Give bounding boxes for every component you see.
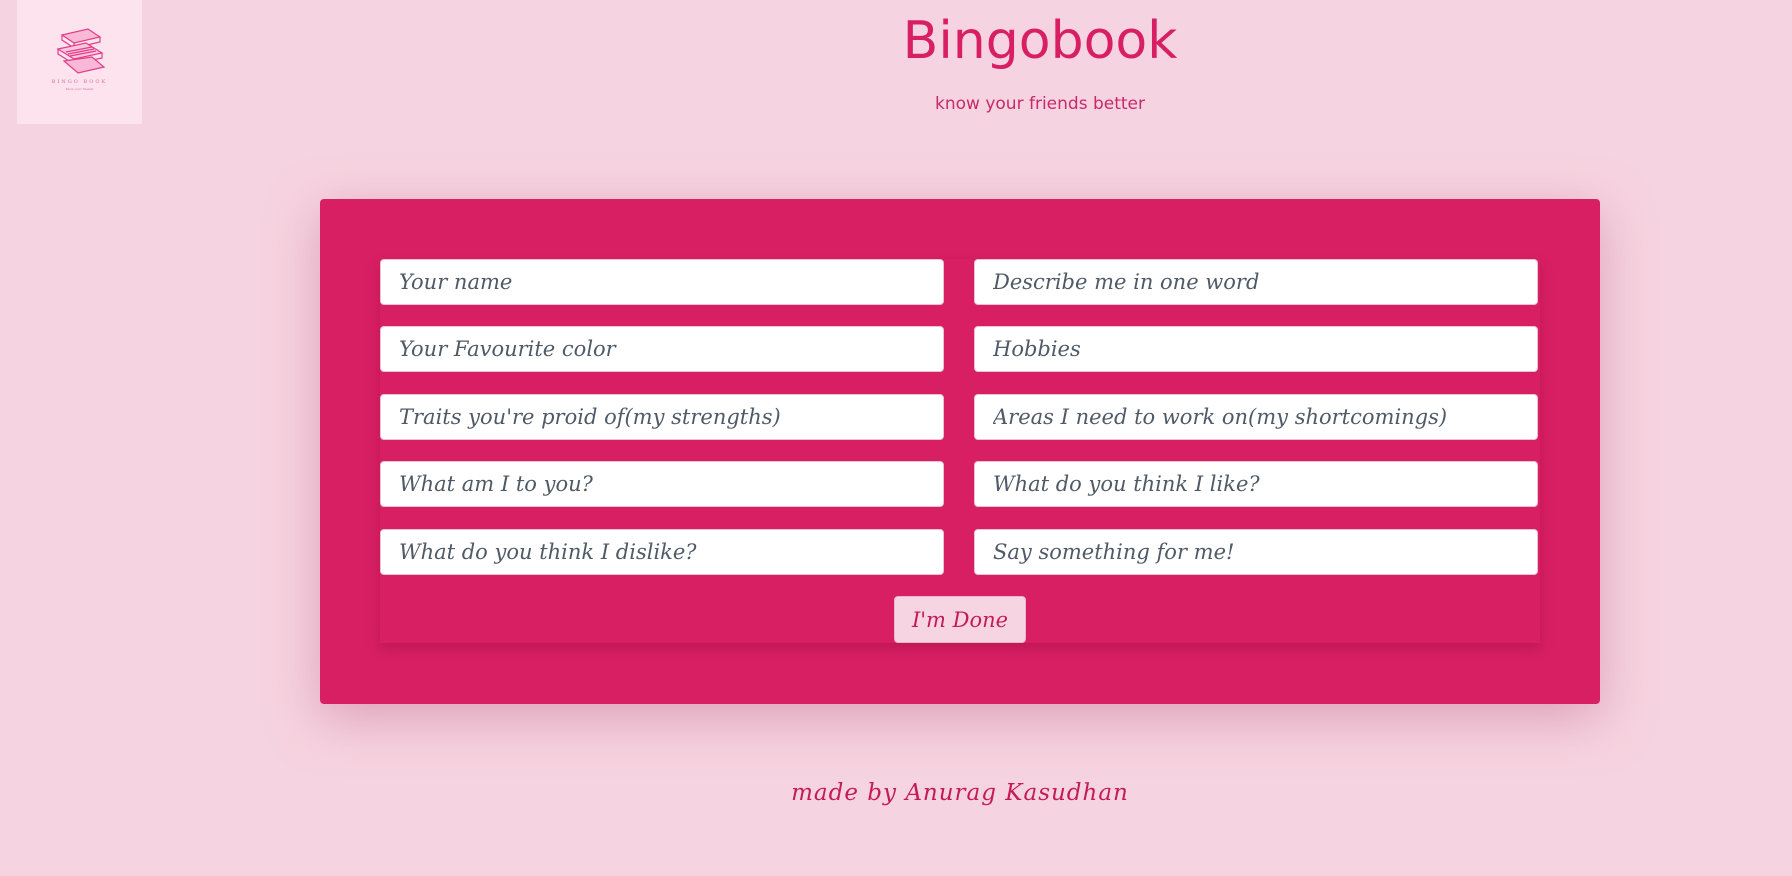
footer-credit: made by Anurag Kasudhan: [791, 780, 1129, 806]
page-title: Bingobook: [902, 11, 1178, 71]
favourite-color-input[interactable]: [380, 326, 944, 372]
shortcomings-input[interactable]: [974, 394, 1538, 440]
dislikes-input[interactable]: [380, 529, 944, 575]
likes-input[interactable]: [974, 461, 1538, 507]
page-subtitle: know your friends better: [935, 94, 1145, 114]
page: BINGO BOOK know your friends Bingobook k…: [0, 0, 1792, 876]
strengths-input[interactable]: [380, 394, 944, 440]
relation-input[interactable]: [380, 461, 944, 507]
form-container: I'm Done: [380, 259, 1540, 643]
logo-subtext: know your friends: [65, 87, 94, 91]
logo-text: BINGO BOOK: [51, 79, 108, 85]
name-input[interactable]: [380, 259, 944, 305]
message-input[interactable]: [974, 529, 1538, 575]
hobbies-input[interactable]: [974, 326, 1538, 372]
done-button[interactable]: I'm Done: [894, 596, 1026, 643]
describe-input[interactable]: [974, 259, 1538, 305]
form-card: I'm Done: [320, 199, 1600, 704]
